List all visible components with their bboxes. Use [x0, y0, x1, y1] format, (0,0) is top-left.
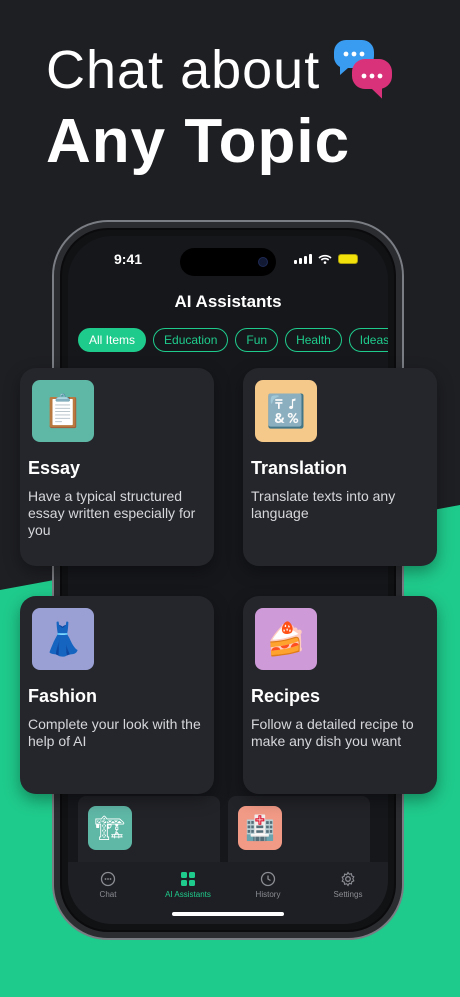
clipboard-icon: 📋: [32, 380, 94, 442]
chat-bubble-icon: [100, 871, 116, 887]
headline-line-1: Chat about: [46, 40, 321, 100]
headline: Chat about Any Topic: [46, 38, 350, 182]
chip-fun[interactable]: Fun: [235, 328, 279, 352]
assistant-card-fashion[interactable]: 👗 Fashion Complete your look with the he…: [20, 596, 214, 794]
dynamic-island: [180, 248, 276, 276]
hospital-icon: 🏥: [238, 806, 282, 850]
card-description: Translate texts into any language: [251, 488, 396, 521]
card-title: Fashion: [28, 686, 98, 706]
tab-settings[interactable]: Settings: [308, 868, 388, 899]
chip-ideas[interactable]: Ideas: [348, 328, 388, 352]
tab-settings-label: Settings: [333, 890, 363, 899]
tab-history-label: History: [255, 890, 281, 899]
phone-screen: 9:41 AI Assistants All Items Education F…: [68, 236, 388, 924]
card-title: Essay: [28, 458, 81, 478]
category-chips: All Items Education Fun Health Ideas: [78, 328, 388, 352]
tab-chat-label: Chat: [99, 890, 117, 899]
input-symbols-icon: 🔣: [255, 380, 317, 442]
gear-icon: [341, 871, 355, 887]
home-indicator: [172, 912, 284, 916]
crane-icon: 🏗: [88, 806, 132, 850]
assistant-card-recipes[interactable]: 🍰 Recipes Follow a detailed recipe to ma…: [243, 596, 437, 794]
clock-icon: [260, 871, 276, 887]
tab-history[interactable]: History: [228, 868, 308, 899]
dress-icon: 👗: [32, 608, 94, 670]
chat-bubbles-icon: [333, 40, 392, 99]
headline-line-2: Any Topic: [46, 107, 351, 176]
camera-icon: [258, 257, 268, 267]
card-description: Follow a detailed recipe to make any dis…: [251, 716, 414, 749]
signal-icon: [294, 254, 312, 264]
grid-icon: [181, 872, 195, 886]
tab-ai-assistants[interactable]: AI Assistants: [148, 868, 228, 899]
card-title: Recipes: [251, 686, 321, 706]
battery-icon: [338, 254, 358, 264]
cake-icon: 🍰: [255, 608, 317, 670]
screen-title: AI Assistants: [174, 292, 282, 311]
card-description: Have a typical structured essay written …: [28, 488, 196, 538]
tab-chat[interactable]: Chat: [68, 868, 148, 899]
assistant-card-essay[interactable]: 📋 Essay Have a typical structured essay …: [20, 368, 214, 566]
assistant-card-translation[interactable]: 🔣 Translation Translate texts into any l…: [243, 368, 437, 566]
chip-all-items[interactable]: All Items: [78, 328, 147, 352]
status-time: 9:41: [114, 251, 143, 267]
chip-health[interactable]: Health: [285, 328, 342, 352]
chip-education[interactable]: Education: [153, 328, 229, 352]
wifi-icon: [318, 254, 332, 264]
card-title: Translation: [251, 458, 348, 478]
card-description: Complete your look with the help of AI: [28, 716, 201, 749]
status-icons: [294, 254, 358, 264]
tab-ai-assistants-label: AI Assistants: [165, 890, 211, 899]
